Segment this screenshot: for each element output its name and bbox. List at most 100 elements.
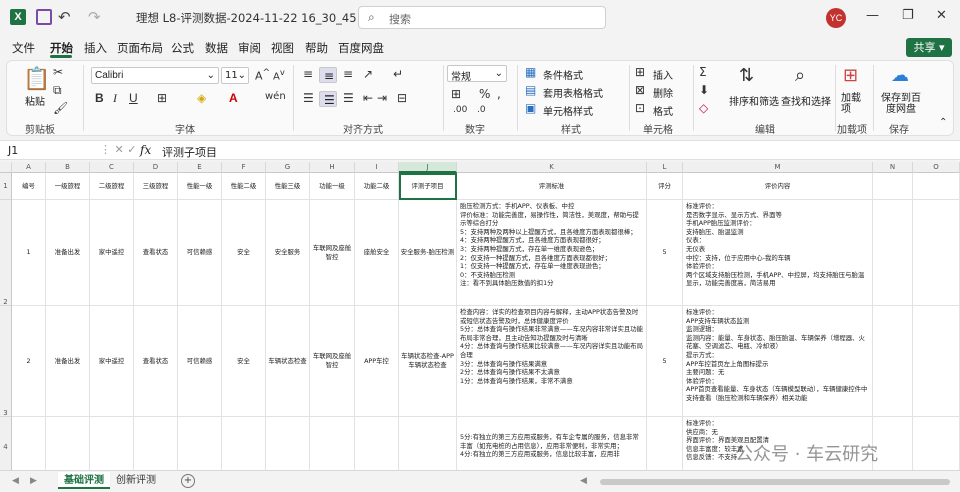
table-cell[interactable]: 5 <box>647 306 683 417</box>
sort-filter-button[interactable]: 排序和筛选 <box>729 93 779 108</box>
column-header[interactable]: J <box>399 162 457 173</box>
sort-filter-icon[interactable]: ⇅ <box>739 65 754 86</box>
font-size-select[interactable]: 11 ⌄ <box>221 67 249 84</box>
align-center-icon[interactable]: ☰ <box>319 91 337 107</box>
header-cell[interactable]: 评价内容 <box>683 173 873 200</box>
table-cell[interactable]: 车辆状态检查-APP车辆状态检查 <box>399 306 457 417</box>
undo-icon[interactable]: ↶ <box>58 9 74 25</box>
header-cell[interactable] <box>913 173 960 200</box>
table-cell[interactable]: 可信赖感 <box>178 306 222 417</box>
table-cell[interactable]: 安全 <box>222 306 266 417</box>
number-format-select[interactable]: 常规 ⌄ <box>447 65 507 83</box>
table-cell[interactable] <box>873 200 913 306</box>
table-cell[interactable]: 2 <box>12 306 46 417</box>
column-header[interactable]: D <box>134 162 178 173</box>
menu-help[interactable]: 帮助 <box>305 40 328 56</box>
select-all-corner[interactable] <box>0 162 12 173</box>
header-cell[interactable]: 性能一级 <box>178 173 222 200</box>
header-cell[interactable] <box>873 173 913 200</box>
bold-icon[interactable]: B <box>95 91 104 105</box>
table-cell[interactable]: 标准评价： APP支持车辆状态监测 监测逻辑： 监测内容：能量、车身状态、胎压胎… <box>683 306 873 417</box>
table-cell[interactable] <box>873 306 913 417</box>
table-cell[interactable] <box>913 306 960 417</box>
restore-icon[interactable]: ❐ <box>902 8 914 23</box>
row-header[interactable]: 3 <box>0 306 12 417</box>
autosum-icon[interactable]: Σ <box>699 65 707 79</box>
column-header[interactable]: K <box>457 162 647 173</box>
table-cell[interactable] <box>178 417 222 470</box>
fx-icon[interactable]: fx <box>140 143 151 157</box>
column-header[interactable]: N <box>873 162 913 173</box>
align-middle-icon[interactable]: ≡ <box>319 67 337 83</box>
column-header[interactable]: I <box>355 162 399 173</box>
menu-data[interactable]: 数据 <box>205 40 228 56</box>
italic-icon[interactable]: I <box>113 91 117 106</box>
spreadsheet-grid[interactable]: A B C D E F G H I J K L M N O 1 2 3 4 编号… <box>0 162 960 470</box>
column-header[interactable]: B <box>46 162 90 173</box>
insert-cells-button[interactable]: 插入 <box>653 67 673 82</box>
font-color-icon[interactable]: A <box>229 91 238 105</box>
add-sheet-icon[interactable]: + <box>181 474 195 488</box>
header-cell[interactable]: 评测标准 <box>457 173 647 200</box>
find-select-button[interactable]: 查找和选择 <box>781 93 831 108</box>
increase-indent-icon[interactable]: ⇥ <box>377 91 387 105</box>
format-painter-icon[interactable]: 🖌 <box>53 101 68 115</box>
collapse-ribbon-icon[interactable]: ⌃ <box>939 117 947 128</box>
minimize-icon[interactable]: — <box>866 8 879 23</box>
sheet-tab[interactable]: 基础评测 <box>58 472 110 489</box>
table-cell[interactable] <box>913 200 960 306</box>
row-header[interactable]: 4 <box>0 417 12 470</box>
next-sheet-icon[interactable]: ▶ <box>30 476 37 486</box>
table-cell[interactable] <box>355 417 399 470</box>
prev-sheet-icon[interactable]: ◀ <box>12 476 19 486</box>
header-cell[interactable]: 编号 <box>12 173 46 200</box>
save-icon[interactable] <box>36 9 52 25</box>
cut-icon[interactable]: ✂ <box>53 65 63 79</box>
share-button[interactable]: 共享 ▾ <box>906 38 952 57</box>
table-cell[interactable] <box>134 417 178 470</box>
orientation-icon[interactable]: ↗ <box>363 67 373 81</box>
header-cell[interactable]: 性能二级 <box>222 173 266 200</box>
table-cell[interactable]: 车联网及座舱智控 <box>310 306 355 417</box>
sheet-tab[interactable]: 创新评测 <box>110 472 162 489</box>
menu-view[interactable]: 视图 <box>271 40 294 56</box>
column-header[interactable]: M <box>683 162 873 173</box>
percent-icon[interactable]: % <box>479 87 490 101</box>
increase-decimal-icon[interactable]: .00 <box>453 105 467 115</box>
menu-home[interactable]: 开始 <box>50 40 73 56</box>
table-cell[interactable]: 标准评价： 是否数字显示、显示方式、界面等 手机APP胎压监测评价： 支持胎压、… <box>683 200 873 306</box>
cancel-confirm-icons[interactable]: ⋮ ✕ ✓ <box>100 143 136 156</box>
table-cell[interactable]: 安全 <box>222 200 266 306</box>
paste-icon[interactable]: 📋 <box>23 67 50 92</box>
fill-color-icon[interactable]: ◈ <box>197 91 206 105</box>
menu-baidu-netdisk[interactable]: 百度网盘 <box>338 40 384 56</box>
decrease-indent-icon[interactable]: ⇤ <box>363 91 373 105</box>
table-cell[interactable]: 查看状态 <box>134 200 178 306</box>
decrease-decimal-icon[interactable]: .0 <box>477 105 486 115</box>
header-cell[interactable]: 评分 <box>647 173 683 200</box>
merge-center-icon[interactable]: ⊟ <box>397 91 407 105</box>
addins-button[interactable]: 加载项 <box>841 93 865 115</box>
header-cell[interactable]: 三级旅程 <box>134 173 178 200</box>
header-cell[interactable]: 二级旅程 <box>90 173 134 200</box>
delete-cells-button[interactable]: 删除 <box>653 85 673 100</box>
formula-input[interactable]: 评测子项目 <box>162 144 217 160</box>
table-cell[interactable] <box>90 417 134 470</box>
table-cell[interactable] <box>647 417 683 470</box>
menu-page-layout[interactable]: 页面布局 <box>117 40 163 56</box>
conditional-format-button[interactable]: 条件格式 <box>543 67 583 82</box>
table-cell[interactable] <box>913 417 960 470</box>
accounting-format-icon[interactable]: ⊞ <box>451 87 461 101</box>
scroll-left-icon[interactable]: ◀ <box>580 476 587 486</box>
comma-style-icon[interactable]: , <box>497 87 501 101</box>
header-cell[interactable]: 功能一级 <box>310 173 355 200</box>
format-as-table-button[interactable]: 套用表格格式 <box>543 85 603 100</box>
table-cell[interactable]: 车辆状态检查 <box>266 306 310 417</box>
table-cell[interactable]: 安全服务-胎压检测 <box>399 200 457 306</box>
column-header[interactable]: L <box>647 162 683 173</box>
table-cell[interactable]: 准备出发 <box>46 200 90 306</box>
horizontal-scrollbar[interactable] <box>600 479 950 485</box>
format-cells-button[interactable]: 格式 <box>653 103 673 118</box>
column-header[interactable]: G <box>266 162 310 173</box>
menu-file[interactable]: 文件 <box>12 40 35 56</box>
